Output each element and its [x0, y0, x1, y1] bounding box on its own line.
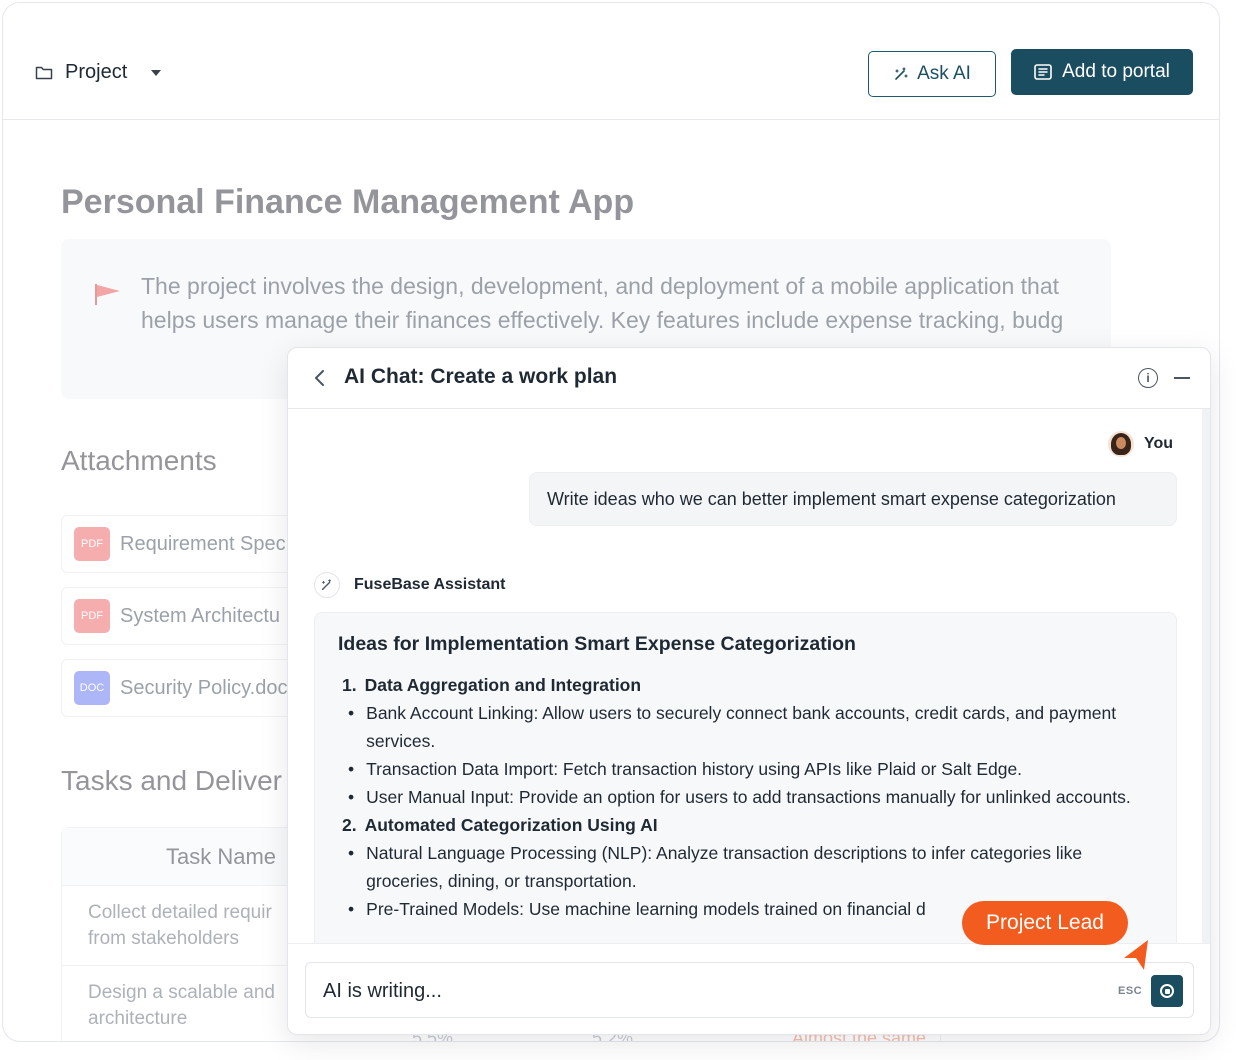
attachment-name: Security Policy.doc [120, 676, 288, 699]
assistant-label: FuseBase Assistant [354, 576, 506, 593]
folder-icon [35, 66, 53, 79]
user-message: Write ideas who we can better implement … [529, 472, 1177, 526]
pdf-badge: PDF [74, 527, 110, 561]
chevron-down-icon [151, 69, 162, 76]
list-number: 2. [342, 815, 357, 835]
bullet-text: Bank Account Linking: Allow users to sec… [366, 703, 1117, 751]
bullet-text: Transaction Data Import: Fetch transacti… [366, 759, 1023, 779]
flag-icon [95, 284, 120, 305]
minimize-icon[interactable] [1174, 377, 1190, 379]
list-item: • Transaction Data Import: Fetch transact… [342, 755, 1157, 783]
attachments-heading: Attachments [61, 445, 217, 476]
page-title: Personal Finance Management App [61, 183, 635, 221]
list-item: • Natural Language Processing (NLP): Anal… [342, 839, 1157, 895]
user-message-header: You [1108, 431, 1173, 457]
response-content: 1. Data Aggregation and Integration • Ban… [342, 671, 1157, 923]
scrollbar[interactable] [1202, 409, 1210, 943]
column-header-task-name: Task Name [166, 844, 277, 869]
chat-input[interactable]: AI is writing... ESC [305, 962, 1194, 1018]
esc-hint: ESC [1118, 985, 1143, 997]
attachment-item[interactable]: PDF System Architectu [61, 587, 301, 645]
chat-input-area: AI is writing... ESC [288, 943, 1210, 1034]
bullet-text: Pre-Trained Models: Use machine learning… [366, 899, 926, 919]
task-name-cell: Collect detailed requir from stakeholder… [88, 902, 272, 949]
bullet-text: Natural Language Processing (NLP): Analy… [366, 843, 1083, 891]
list-item: 1. Data Aggregation and Integration [342, 671, 1157, 699]
project-selector[interactable]: Project [35, 61, 162, 84]
list-item: • Bank Account Linking: Allow users to se… [342, 699, 1157, 755]
chat-title: AI Chat: Create a work plan [344, 365, 618, 388]
response-heading: Ideas for Implementation Smart Expense C… [338, 633, 856, 655]
top-bar: Project Ask AI Add to portal [3, 3, 1219, 120]
ai-writing-status: AI is writing... [323, 980, 442, 1002]
project-lead-tooltip: Project Lead [962, 901, 1128, 945]
back-chevron-icon[interactable] [314, 367, 326, 393]
project-description: The project involves the design, develop… [141, 273, 1064, 333]
stop-generation-button[interactable] [1151, 975, 1183, 1007]
portal-icon [1034, 64, 1052, 80]
add-to-portal-label: Add to portal [1062, 61, 1170, 82]
ask-ai-label: Ask AI [917, 63, 971, 84]
magic-wand-icon [314, 572, 340, 598]
list-item: 2. Automated Categorization Using AI [342, 811, 1157, 839]
tasks-heading: Tasks and Deliver [61, 765, 282, 796]
attachment-item[interactable]: DOC Security Policy.doc [61, 659, 301, 717]
list-item: • User Manual Input: Provide an option fo… [342, 783, 1157, 811]
pdf-badge: PDF [74, 599, 110, 633]
info-icon[interactable]: i [1138, 368, 1158, 388]
add-to-portal-button[interactable]: Add to portal [1011, 49, 1193, 95]
list-number: 1. [342, 675, 357, 695]
stop-icon [1160, 984, 1174, 998]
doc-badge: DOC [74, 671, 110, 705]
attachment-name: System Architectu [120, 604, 281, 627]
task-name-cell: Design a scalable and architecture [88, 982, 275, 1029]
project-label: Project [65, 61, 128, 83]
attachment-item[interactable]: PDF Requirement Spec [61, 515, 301, 573]
chat-header: AI Chat: Create a work plan i [288, 348, 1210, 409]
ask-ai-button[interactable]: Ask AI [868, 51, 996, 97]
magic-wand-icon [895, 67, 908, 80]
avatar [1108, 431, 1134, 457]
section-title: Data Aggregation and Integration [364, 675, 642, 695]
assistant-message-header: FuseBase Assistant [314, 572, 505, 598]
user-label: You [1144, 435, 1174, 452]
bullet-text: User Manual Input: Provide an option for… [366, 787, 1131, 807]
attachment-name: Requirement Spec [120, 532, 286, 555]
cursor-pointer-icon [1124, 940, 1148, 970]
section-title: Automated Categorization Using AI [364, 815, 658, 835]
